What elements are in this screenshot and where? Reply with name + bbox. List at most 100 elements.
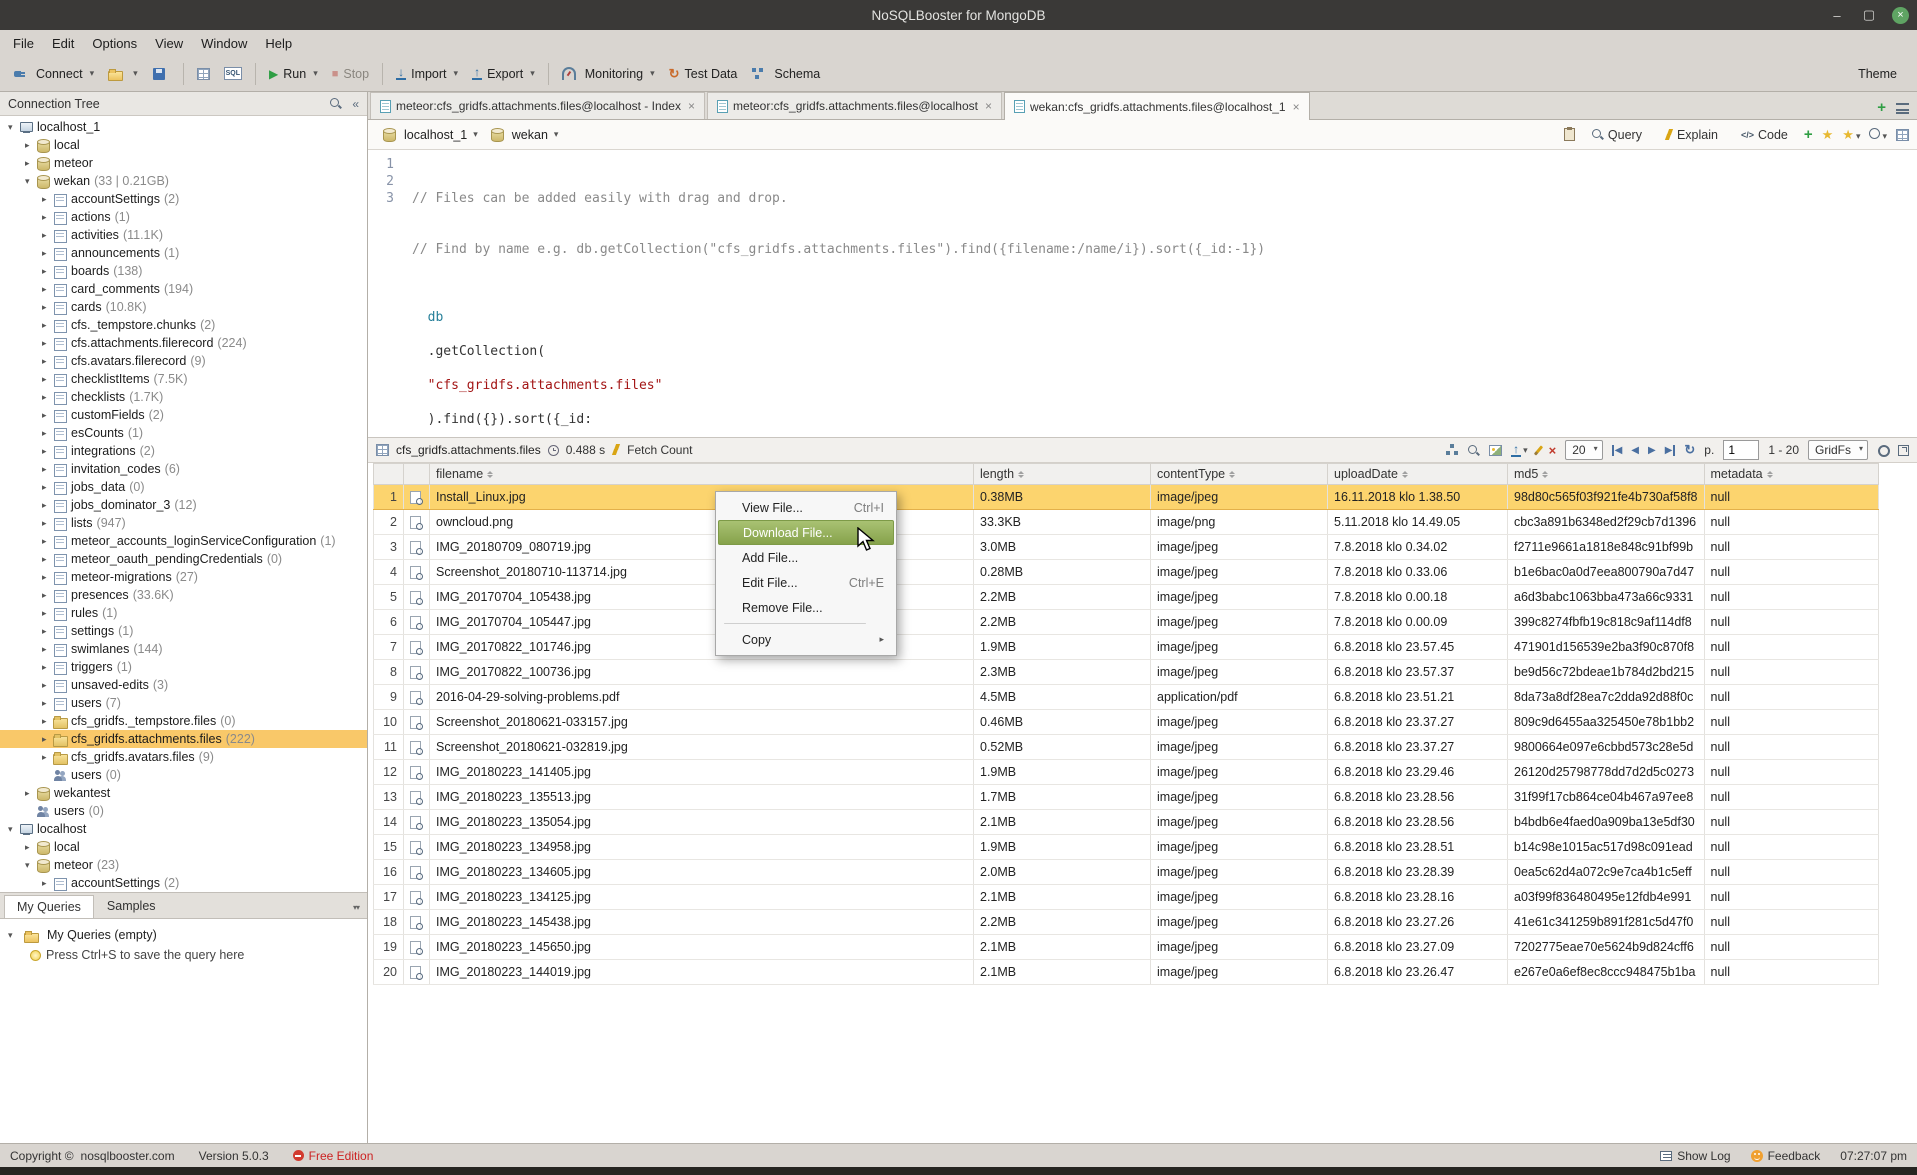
tree-item[interactable]: ▸ integrations (2) <box>0 442 367 460</box>
menubar-item[interactable]: View <box>146 33 192 54</box>
expand-arrow-icon[interactable]: ▸ <box>42 320 53 331</box>
tree-item[interactable]: ▸ actions (1) <box>0 208 367 226</box>
expand-arrow-icon[interactable]: ▸ <box>42 662 53 673</box>
context-menu-item[interactable]: Copy <box>718 627 894 652</box>
breadcrumb-connection[interactable]: localhost_1 ▾ <box>376 126 484 144</box>
preview-icon[interactable] <box>410 666 421 679</box>
expand-arrow-icon[interactable]: ▸ <box>42 644 53 655</box>
preview-icon[interactable] <box>410 841 421 854</box>
tree-item[interactable]: ▸ lists (947) <box>0 514 367 532</box>
expand-arrow-icon[interactable]: ▸ <box>25 158 36 169</box>
expand-arrow-icon[interactable]: ▸ <box>42 536 53 547</box>
tree-item[interactable]: ▸ cfs_gridfs._tempstore.files (0) <box>0 712 367 730</box>
expand-arrow-icon[interactable]: ▸ <box>42 194 53 205</box>
tree-item[interactable]: ▾ wekan (33 | 0.21GB) <box>0 172 367 190</box>
expand-arrow-icon[interactable]: ▸ <box>42 266 53 277</box>
refresh-icon[interactable] <box>1684 442 1695 458</box>
maximize-button[interactable]: ▢ <box>1860 7 1878 23</box>
tree-item[interactable]: ▸ meteor-migrations (27) <box>0 568 367 586</box>
row-preview-cell[interactable] <box>404 735 430 760</box>
row-preview-cell[interactable] <box>404 635 430 660</box>
table-row[interactable]: 17 IMG_20180223_134125.jpg 2.1MB image/j… <box>374 885 1879 910</box>
explain-button[interactable]: Explain <box>1658 126 1725 144</box>
sort-icon[interactable] <box>1018 468 1024 481</box>
tree-item[interactable]: ▸ cfs_gridfs.avatars.files (9) <box>0 748 367 766</box>
row-preview-cell[interactable] <box>404 535 430 560</box>
preview-icon[interactable] <box>410 966 421 979</box>
preview-icon[interactable] <box>410 641 421 654</box>
tab-close-icon[interactable]: × <box>1293 100 1300 114</box>
table-row[interactable]: 6 IMG_20170704_105447.jpg 2.2MB image/jp… <box>374 610 1879 635</box>
tree-item[interactable]: ▸ accountSettings (2) <box>0 874 367 892</box>
preview-icon[interactable] <box>410 591 421 604</box>
queries-panel-tab[interactable]: My Queries <box>4 895 94 919</box>
expand-arrow-icon[interactable]: ▸ <box>42 572 53 583</box>
tree-item[interactable]: ▸ checklists (1.7K) <box>0 388 367 406</box>
tree-item[interactable]: ▸ users (7) <box>0 694 367 712</box>
expand-arrow-icon[interactable]: ▸ <box>42 410 53 421</box>
row-preview-cell[interactable] <box>404 485 430 510</box>
tree-item[interactable]: ▸ wekantest <box>0 784 367 802</box>
tree-item[interactable]: ▸ meteor_oauth_pendingCredentials (0) <box>0 550 367 568</box>
tab-close-icon[interactable]: × <box>688 99 695 113</box>
expand-arrow-icon[interactable]: ▸ <box>42 338 53 349</box>
expand-arrow-icon[interactable]: ▾ <box>8 122 19 133</box>
column-header[interactable]: uploadDate <box>1328 464 1508 485</box>
page-number-input[interactable] <box>1723 440 1759 460</box>
expand-arrow-icon[interactable]: ▸ <box>25 842 36 853</box>
editor-code[interactable]: // Files can be added easily with drag a… <box>412 156 1917 437</box>
view-mode-select[interactable]: GridFs <box>1808 440 1868 460</box>
preview-icon[interactable] <box>410 491 421 504</box>
row-preview-cell[interactable] <box>404 935 430 960</box>
row-preview-cell[interactable] <box>404 685 430 710</box>
my-queries-folder[interactable]: ▾ My Queries (empty) <box>8 925 359 945</box>
table-row[interactable]: 2 owncloud.png 33.3KB image/png 5.11.201… <box>374 510 1879 535</box>
expand-arrow-icon[interactable]: ▸ <box>42 518 53 529</box>
breadcrumb-database[interactable]: wekan ▾ <box>484 126 565 144</box>
preview-icon[interactable] <box>410 566 421 579</box>
editor-tab[interactable]: meteor:cfs_gridfs.attachments.files@loca… <box>370 92 705 119</box>
table-row[interactable]: 1 Install_Linux.jpg 0.38MB image/jpeg 16… <box>374 485 1879 510</box>
row-preview-cell[interactable] <box>404 585 430 610</box>
preview-icon[interactable] <box>410 891 421 904</box>
expand-arrow-icon[interactable]: ▸ <box>42 482 53 493</box>
tree-item[interactable]: ▸ cfs.avatars.filerecord (9) <box>0 352 367 370</box>
expand-arrow-icon[interactable]: ▸ <box>42 356 53 367</box>
run-button[interactable]: Run▾ <box>262 63 325 85</box>
open-file-button[interactable]: ▾ <box>101 63 145 84</box>
menubar-item[interactable]: Options <box>83 33 146 54</box>
expand-arrow-icon[interactable]: ▸ <box>42 878 53 889</box>
tree-item[interactable]: ▸ announcements (1) <box>0 244 367 262</box>
expand-arrow-icon[interactable]: ▸ <box>42 464 53 475</box>
tree-item[interactable]: users (0) <box>0 766 367 784</box>
tree-item[interactable]: ▸ settings (1) <box>0 622 367 640</box>
import-button[interactable]: Import▾ <box>389 63 465 85</box>
stop-button[interactable]: Stop <box>325 63 376 85</box>
sort-icon[interactable] <box>487 468 493 481</box>
test-data-button[interactable]: Test Data <box>662 62 745 86</box>
menubar-item[interactable]: Window <box>192 33 256 54</box>
tree-item[interactable]: ▸ customFields (2) <box>0 406 367 424</box>
row-preview-cell[interactable] <box>404 510 430 535</box>
expand-arrow-icon[interactable]: ▸ <box>42 428 53 439</box>
add-icon[interactable]: + <box>1804 129 1813 141</box>
tree-item[interactable]: ▸ jobs_data (0) <box>0 478 367 496</box>
favorite-star-icon[interactable] <box>1822 127 1834 143</box>
collapse-panel-icon[interactable]: « <box>352 97 359 111</box>
save-button[interactable] <box>145 63 177 84</box>
history-dropdown[interactable]: ▾ <box>1869 128 1887 142</box>
column-header[interactable]: length <box>974 464 1151 485</box>
expand-arrow-icon[interactable]: ▾ <box>25 176 36 187</box>
column-header[interactable]: contentType <box>1151 464 1328 485</box>
expand-arrow-icon[interactable]: ▸ <box>42 680 53 691</box>
table-row[interactable]: 10 Screenshot_20180621-033157.jpg 0.46MB… <box>374 710 1879 735</box>
table-row[interactable]: 3 IMG_20180709_080719.jpg 3.0MB image/jp… <box>374 535 1879 560</box>
expand-arrow-icon[interactable]: ▸ <box>42 230 53 241</box>
expand-arrow-icon[interactable]: ▸ <box>42 374 53 385</box>
gear-icon[interactable] <box>1877 444 1889 456</box>
last-page-icon[interactable]: ▶ <box>1665 445 1676 456</box>
show-log-button[interactable]: Show Log <box>1660 1149 1730 1163</box>
preview-icon[interactable] <box>410 791 421 804</box>
row-preview-cell[interactable] <box>404 710 430 735</box>
tree-item[interactable]: ▸ meteor_accounts_loginServiceConfigurat… <box>0 532 367 550</box>
